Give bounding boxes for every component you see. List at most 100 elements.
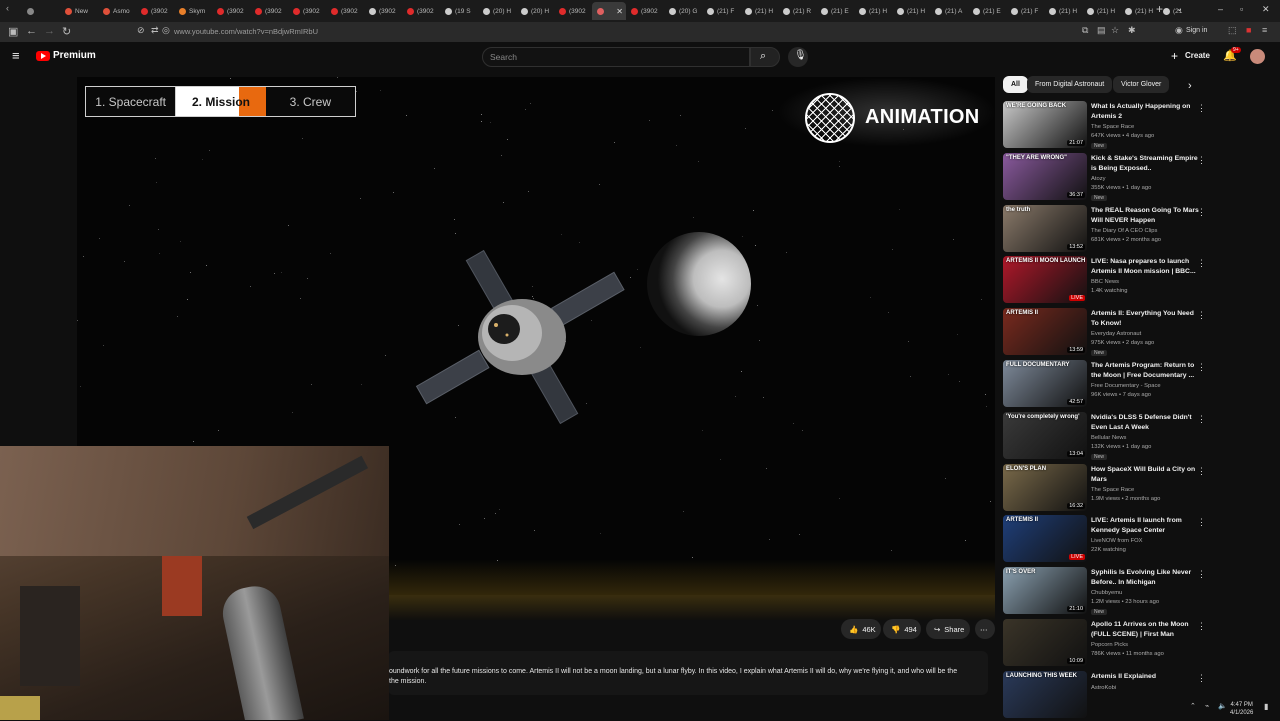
reload-icon[interactable]: ↻ (62, 25, 71, 38)
share-button[interactable]: ↪ Share (926, 619, 970, 639)
more-vert-icon[interactable]: ⋮ (1197, 258, 1206, 269)
recommended-video[interactable]: ARTEMIS II MOON LAUNCH LIVE LIVE: Nasa pre… (1003, 256, 1206, 306)
browser-tab[interactable]: New (60, 2, 98, 20)
video-title[interactable]: How SpaceX Will Build a City on Mars (1091, 465, 1199, 485)
filter-chip[interactable]: Victor Glover (1113, 76, 1170, 93)
video-thumbnail[interactable]: "THEY ARE WRONG" 36:37 (1003, 153, 1087, 200)
recommended-video[interactable]: IT'S OVER 21:10 Syphilis Is Evolving Like … (1003, 567, 1206, 617)
browser-tab[interactable]: (21) H (1120, 2, 1158, 20)
video-thumbnail[interactable]: 10:09 (1003, 619, 1087, 666)
browser-tab[interactable]: (19 S (440, 2, 478, 20)
video-title[interactable]: The Artemis Program: Return to the Moon … (1091, 361, 1199, 381)
close-tab-icon[interactable]: ✕ (616, 7, 623, 16)
recommended-video[interactable]: the truth 13:52 The REAL Reason Going To M… (1003, 205, 1206, 255)
browser-tab[interactable]: (21) H (740, 2, 778, 20)
recommended-video[interactable]: "THEY ARE WRONG" 36:37 Kick & Stake's Stre… (1003, 153, 1206, 203)
more-vert-icon[interactable]: ⋮ (1197, 362, 1206, 373)
chips-next-chevron-icon[interactable]: › (1188, 80, 1192, 92)
bookmark-star-icon[interactable]: ☆ (1111, 25, 1119, 36)
tray-chevron-icon[interactable]: ⌃ (1190, 702, 1196, 710)
browser-tab[interactable]: Skym (174, 2, 212, 20)
browser-tab[interactable]: (21) H (854, 2, 892, 20)
url-field[interactable]: www.youtube.com/watch?v=nBdjwRmIRbU (174, 27, 318, 36)
recommended-video[interactable]: 'You're completely wrong' 13:04 Nvidia's D… (1003, 412, 1206, 462)
like-button[interactable]: 👍 46K (841, 619, 881, 639)
video-title[interactable]: Apollo 11 Arrives on the Moon (FULL SCEN… (1091, 620, 1199, 640)
filter-chip[interactable]: All (1003, 76, 1028, 93)
taskbar-clock[interactable]: 4:47 PM 4/1/2026 (1230, 701, 1253, 717)
video-thumbnail[interactable]: the truth 13:52 (1003, 205, 1087, 252)
maximize-icon[interactable]: ▫ (1240, 4, 1243, 14)
browser-tab[interactable]: (20) H (516, 2, 554, 20)
network-icon[interactable]: ⌁ (1205, 702, 1209, 710)
tab-list-chevron-icon[interactable]: ⌄ (1176, 4, 1183, 13)
browser-tab[interactable]: (3902 (326, 2, 364, 20)
video-title[interactable]: The REAL Reason Going To Mars Will NEVER… (1091, 206, 1199, 226)
browser-tab[interactable]: (3902 (554, 2, 592, 20)
video-title[interactable]: LIVE: Nasa prepares to launch Artemis II… (1091, 257, 1199, 277)
browser-extension-icon[interactable]: ⬚ (1228, 25, 1237, 36)
more-vert-icon[interactable]: ⋮ (1197, 414, 1206, 425)
browser-tab[interactable]: (3902 (626, 2, 664, 20)
browser-tab[interactable]: (3902 (212, 2, 250, 20)
browser-tab[interactable]: (3902 (288, 2, 326, 20)
video-thumbnail[interactable]: ARTEMIS II MOON LAUNCH LIVE (1003, 256, 1087, 303)
video-title[interactable]: What Is Actually Happening on Artemis 2 (1091, 102, 1199, 122)
browser-tab[interactable]: (21) E (968, 2, 1006, 20)
video-title[interactable]: LIVE: Artemis II launch from Kennedy Spa… (1091, 516, 1199, 536)
channel-name[interactable]: AstroKobi (1091, 685, 1116, 691)
channel-name[interactable]: LiveNOW from FOX (1091, 538, 1143, 544)
notification-center-icon[interactable]: ▮ (1264, 702, 1268, 711)
channel-name[interactable]: Free Documentary - Space (1091, 383, 1161, 389)
youtube-logo[interactable]: Premium (36, 50, 96, 61)
browser-tab[interactable]: (3902 (402, 2, 440, 20)
minimize-icon[interactable]: – (1218, 4, 1223, 14)
browser-tab[interactable]: (3902 (250, 2, 288, 20)
browser-tab[interactable]: (3902 (136, 2, 174, 20)
video-thumbnail[interactable]: ELON'S PLAN 16:32 (1003, 464, 1087, 511)
new-tab-icon[interactable]: + (1156, 2, 1163, 16)
recommended-video[interactable]: ELON'S PLAN 16:32 How SpaceX Will Build a … (1003, 464, 1206, 514)
recommended-video[interactable]: FULL DOCUMENTARY 42:57 The Artemis Program… (1003, 360, 1206, 410)
video-thumbnail[interactable]: WE'RE GOING BACK 21:07 (1003, 101, 1087, 148)
account-icon[interactable]: ◉ (1175, 25, 1183, 36)
reader-icon[interactable]: ▤ (1097, 25, 1106, 36)
volume-icon[interactable]: 🔈 (1218, 702, 1227, 710)
browser-tab[interactable]: (21) H (1044, 2, 1082, 20)
tab-scroll-left-icon[interactable]: ‹ (6, 3, 9, 13)
channel-name[interactable]: The Diary Of A CEO Clips (1091, 228, 1157, 234)
recommended-video[interactable]: ARTEMIS II 13:59 Artemis II: Everything Yo… (1003, 308, 1206, 358)
more-vert-icon[interactable]: ⋮ (1197, 155, 1206, 166)
video-thumbnail[interactable]: LAUNCHING THIS WEEK (1003, 671, 1087, 718)
browser-tab[interactable]: (21) E (816, 2, 854, 20)
browser-tab[interactable]: (21) F (702, 2, 740, 20)
video-thumbnail[interactable]: IT'S OVER 21:10 (1003, 567, 1087, 614)
browser-tab[interactable]: (21) F (1006, 2, 1044, 20)
create-button[interactable]: Create (1185, 51, 1210, 60)
forward-icon[interactable]: → (44, 25, 55, 37)
channel-name[interactable]: BBC News (1091, 279, 1119, 285)
channel-name[interactable]: The Space Race (1091, 487, 1134, 493)
video-title[interactable]: Nvidia's DLSS 5 Defense Didn't Even Last… (1091, 413, 1199, 433)
screenshot-icon[interactable]: ⧉ (1082, 25, 1088, 36)
site-info-icon[interactable]: ⊘ (137, 25, 145, 36)
hamburger-menu-icon[interactable]: ≡ (12, 48, 20, 63)
avatar[interactable] (1250, 49, 1265, 64)
browser-tab[interactable]: ✕ (592, 2, 626, 20)
channel-name[interactable]: The Space Race (1091, 124, 1134, 130)
video-thumbnail[interactable]: ARTEMIS II LIVE (1003, 515, 1087, 562)
more-vert-icon[interactable]: ⋮ (1197, 517, 1206, 528)
sidebar-toggle-icon[interactable]: ▣ (8, 25, 18, 38)
browser-tab[interactable]: Asmo (98, 2, 136, 20)
recommended-video[interactable]: WE'RE GOING BACK 21:07 What Is Actually Ha… (1003, 101, 1206, 151)
more-vert-icon[interactable]: ⋮ (1197, 310, 1206, 321)
more-vert-icon[interactable]: ⋮ (1197, 621, 1206, 632)
recommended-video[interactable]: ARTEMIS II LIVE LIVE: Artemis II launch fr… (1003, 515, 1206, 565)
voice-search-button[interactable]: 🎙 (788, 47, 808, 67)
browser-tab[interactable]: (21) H (1082, 2, 1120, 20)
more-vert-icon[interactable]: ⋮ (1197, 569, 1206, 580)
channel-name[interactable]: Popcorn Picks (1091, 642, 1128, 648)
browser-menu-icon[interactable]: ≡ (1262, 25, 1267, 35)
video-title[interactable]: Artemis II Explained (1091, 672, 1199, 682)
channel-name[interactable]: Bellular News (1091, 435, 1126, 441)
